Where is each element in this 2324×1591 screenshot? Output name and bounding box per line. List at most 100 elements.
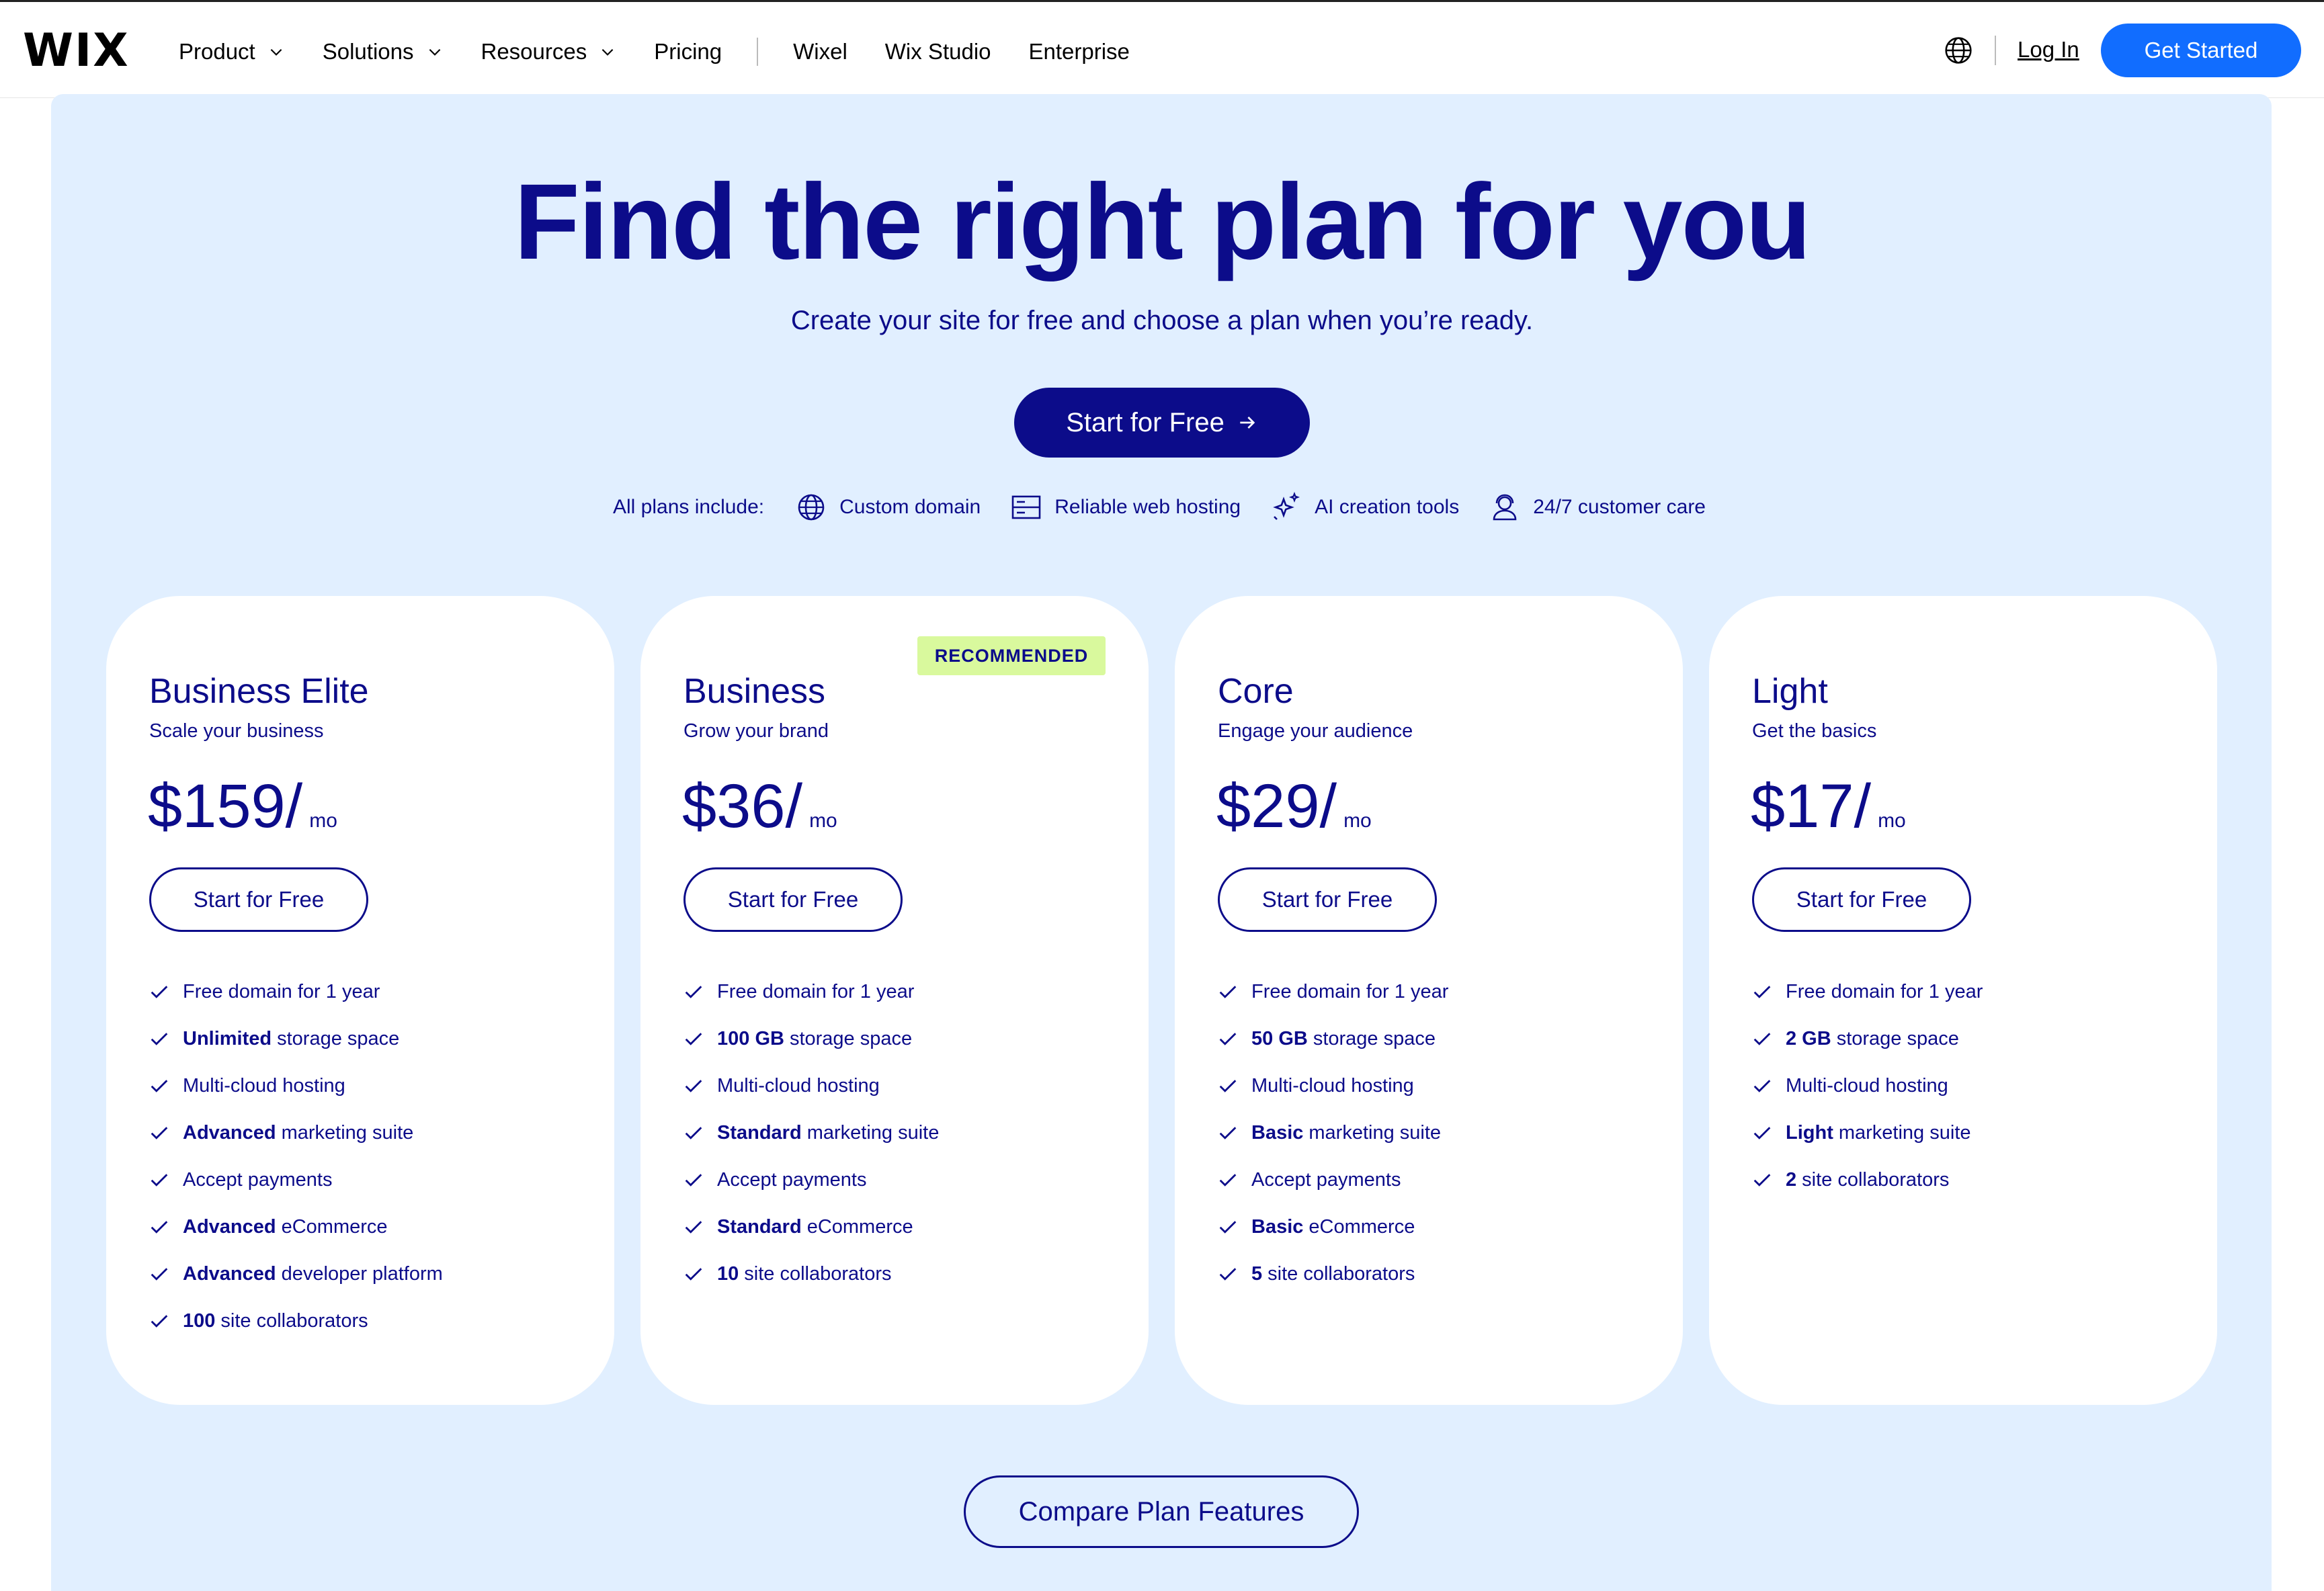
nav-label: Product <box>179 39 255 64</box>
feature-item: Basic eCommerce <box>1216 1203 1448 1250</box>
feature-highlight: 100 <box>183 1309 216 1332</box>
include-ai-tools: AI creation tools <box>1270 491 1459 523</box>
price-period: mo <box>309 810 337 832</box>
feature-item: Advanced marketing suite <box>148 1109 443 1156</box>
nav-resources[interactable]: Resources <box>481 39 617 64</box>
price-amount: $29 <box>1216 772 1320 841</box>
checkmark-icon <box>685 1174 702 1187</box>
price-period: mo <box>809 810 837 832</box>
feature-text: eCommerce <box>806 1215 913 1238</box>
feature-highlight: Advanced <box>183 1215 276 1238</box>
plan-start-button[interactable]: Start for Free <box>683 867 903 932</box>
feature-text: site collaborators <box>744 1262 892 1285</box>
price-slash: / <box>285 772 303 841</box>
feature-item: 100 GB storage space <box>682 1015 939 1062</box>
feature-text: Free domain for 1 year <box>1786 980 1983 1002</box>
include-customer-care: 24/7 customer care <box>1489 491 1706 523</box>
feature-text: Accept payments <box>1251 1168 1401 1191</box>
main-nav: Product Solutions Resources Pricing Wixe… <box>179 32 1167 72</box>
checkmark-icon <box>1219 1174 1237 1187</box>
feature-highlight: Basic <box>1251 1121 1304 1144</box>
include-web-hosting: Reliable web hosting <box>1010 491 1241 523</box>
feature-text: Free domain for 1 year <box>183 980 380 1002</box>
checkmark-icon <box>1219 1080 1237 1092</box>
plan-tagline: Grow your brand <box>683 720 829 742</box>
nav-wix-studio[interactable]: Wix Studio <box>885 39 991 64</box>
nav-label: Pricing <box>654 39 722 64</box>
plan-card: Business Elite Scale your business $159 … <box>106 596 614 1405</box>
top-nav-bar: WIX Product Solutions Resources Pricing … <box>0 0 2324 98</box>
page-subtitle: Create your site for free and choose a p… <box>790 306 1534 335</box>
feature-text: marketing suite <box>281 1121 414 1144</box>
plan-name: Business <box>683 672 825 711</box>
feature-highlight: Advanced <box>183 1262 276 1285</box>
includes-label: All plans include: <box>613 496 765 518</box>
nav-pricing[interactable]: Pricing <box>654 39 722 64</box>
feature-text: Free domain for 1 year <box>717 980 915 1002</box>
header-divider <box>1995 36 1996 65</box>
plan-tagline: Engage your audience <box>1218 720 1413 742</box>
plan-includes-row: All plans include: Custom domain Reliabl… <box>613 490 1735 524</box>
plan-start-button[interactable]: Start for Free <box>149 867 368 932</box>
feature-item: 2 site collaborators <box>1751 1156 1983 1203</box>
feature-item: Free domain for 1 year <box>1751 968 1983 1015</box>
arrow-right-icon <box>1240 417 1255 429</box>
compare-plan-features-button[interactable]: Compare Plan Features <box>964 1475 1359 1548</box>
include-label: 24/7 customer care <box>1533 496 1706 518</box>
nav-label: Solutions <box>322 39 414 64</box>
feature-highlight: 50 GB <box>1251 1027 1308 1049</box>
start-for-free-button[interactable]: Start for Free <box>1014 388 1310 458</box>
plan-card: Core Engage your audience $29 / mo Start… <box>1175 596 1683 1405</box>
checkmark-icon <box>1753 1033 1771 1045</box>
feature-text: storage space <box>789 1027 913 1049</box>
feature-text: storage space <box>277 1027 400 1049</box>
plan-tagline: Get the basics <box>1752 720 1877 742</box>
feature-item: 10 site collaborators <box>682 1250 939 1297</box>
feature-text: Free domain for 1 year <box>1251 980 1449 1002</box>
feature-text: storage space <box>1836 1027 1959 1049</box>
feature-highlight: Advanced <box>183 1121 276 1144</box>
feature-text: eCommerce <box>281 1215 388 1238</box>
feature-text: site collaborators <box>1268 1262 1415 1285</box>
price-amount: $36 <box>682 772 786 841</box>
nav-solutions[interactable]: Solutions <box>323 39 444 64</box>
feature-highlight: 2 GB <box>1786 1027 1831 1049</box>
checkmark-icon <box>1219 1268 1237 1281</box>
language-globe-icon[interactable] <box>1944 36 1973 65</box>
plan-start-button[interactable]: Start for Free <box>1752 867 1971 932</box>
price-slash: / <box>785 772 803 841</box>
nav-wixel[interactable]: Wixel <box>793 39 847 64</box>
feature-text: Multi-cloud hosting <box>717 1074 880 1096</box>
nav-enterprise[interactable]: Enterprise <box>1029 39 1130 64</box>
price-period: mo <box>1878 810 1906 832</box>
feature-text: eCommerce <box>1309 1215 1415 1238</box>
support-icon <box>1493 494 1517 521</box>
nav-product[interactable]: Product <box>179 39 285 64</box>
checkmark-icon <box>151 1221 168 1234</box>
checkmark-icon <box>1753 1174 1771 1187</box>
wix-logo[interactable]: WIX <box>23 25 130 77</box>
plan-price: $36 / mo <box>682 769 837 843</box>
chevron-down-icon <box>601 48 614 56</box>
globe-icon <box>798 494 825 521</box>
get-started-button[interactable]: Get Started <box>2101 24 2301 77</box>
feature-text: marketing suite <box>806 1121 940 1144</box>
plan-start-button[interactable]: Start for Free <box>1218 867 1437 932</box>
feature-highlight: 2 <box>1786 1168 1797 1191</box>
nav-divider <box>757 38 759 66</box>
checkmark-icon <box>151 1033 168 1045</box>
cta-label: Start for Free <box>1066 407 1225 437</box>
feature-item: 100 site collaborators <box>148 1297 443 1344</box>
server-icon <box>1011 495 1041 519</box>
feature-text: Accept payments <box>183 1168 333 1191</box>
feature-item: Multi-cloud hosting <box>148 1062 443 1109</box>
chevron-down-icon <box>270 48 282 56</box>
checkmark-icon <box>685 1268 702 1281</box>
login-link[interactable]: Log In <box>2018 37 2079 62</box>
feature-text: Multi-cloud hosting <box>1251 1074 1414 1096</box>
feature-list: Free domain for 1 year 100 GB storage spac… <box>682 968 939 1297</box>
feature-text: site collaborators <box>220 1309 368 1332</box>
feature-item: 50 GB storage space <box>1216 1015 1448 1062</box>
feature-highlight: Standard <box>717 1121 802 1144</box>
checkmark-icon <box>1753 1080 1771 1092</box>
